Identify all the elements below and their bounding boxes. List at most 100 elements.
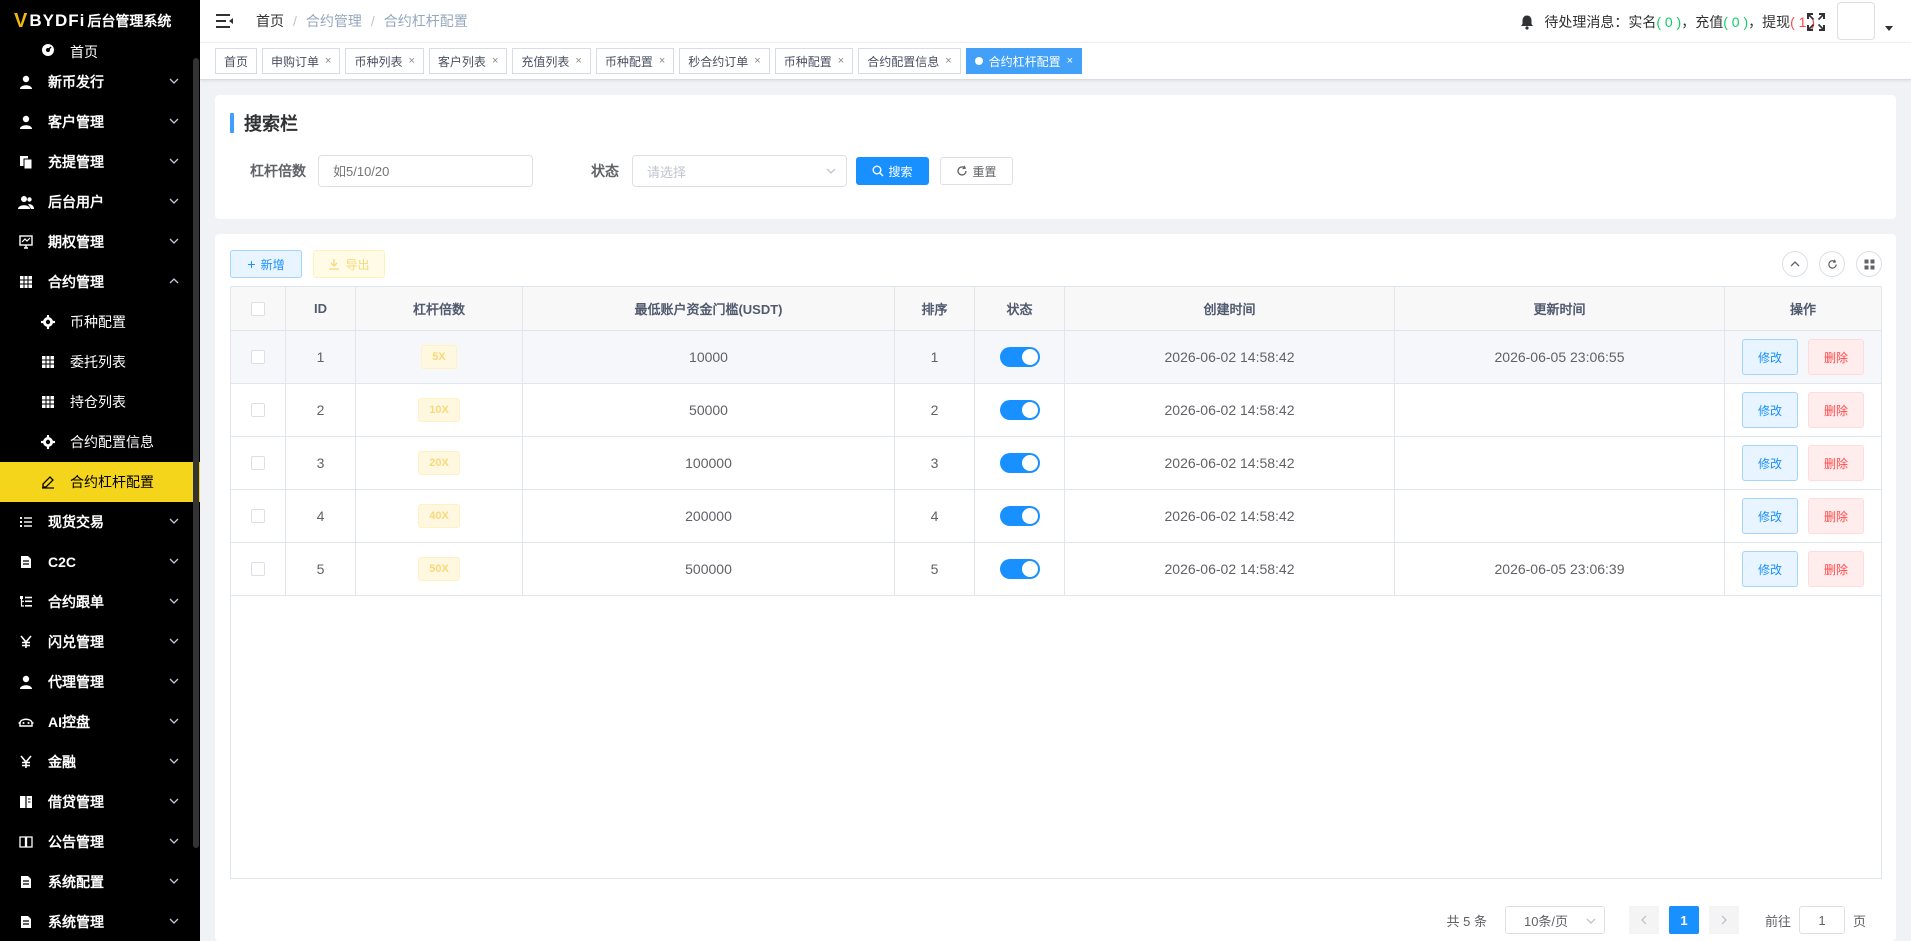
tab-9[interactable]: 合约杠杆配置 × — [965, 48, 1083, 74]
delete-button[interactable]: 删除 — [1808, 445, 1864, 481]
close-icon[interactable]: × — [408, 55, 414, 67]
caret-down-icon[interactable] — [1885, 26, 1893, 31]
tab-1[interactable]: 申购订单 × — [262, 48, 341, 74]
sidebar-scrollbar[interactable] — [193, 58, 199, 848]
tab-3[interactable]: 客户列表 × — [428, 48, 508, 74]
edit-button[interactable]: 修改 — [1742, 339, 1798, 375]
refresh-button[interactable] — [1819, 251, 1845, 277]
sidebar-item-1[interactable]: 新币发行 — [0, 62, 200, 102]
tab-5[interactable]: 币种配置 × — [595, 48, 675, 74]
sidebar-item-label: 客户管理 — [48, 114, 104, 130]
sidebar-item-14[interactable]: 合约跟单 — [0, 582, 200, 622]
column-header: 状态 — [975, 287, 1065, 330]
tab-label: 币种列表 — [354, 54, 403, 69]
delete-button[interactable]: 删除 — [1808, 392, 1864, 428]
prev-page-button[interactable] — [1628, 906, 1659, 934]
monitor-icon — [18, 234, 34, 250]
notice-withdraw[interactable]: 提现 — [1762, 12, 1790, 32]
search-button[interactable]: 搜索 — [856, 157, 929, 185]
logo[interactable]: V BYDFi 后台管理系统 — [0, 0, 200, 42]
submenu-item-7[interactable]: 币种配置 — [0, 302, 200, 342]
logo-brand: BYDFi — [29, 11, 86, 30]
edit-button[interactable]: 修改 — [1742, 551, 1798, 587]
row-checkbox[interactable] — [251, 562, 265, 576]
close-icon[interactable]: × — [325, 55, 331, 67]
tab-8[interactable]: 合约配置信息 × — [858, 48, 961, 74]
page-number-current[interactable]: 1 — [1668, 906, 1699, 934]
leverage-label: 杠杆倍数 — [250, 163, 306, 179]
status-toggle[interactable] — [999, 347, 1040, 367]
status-toggle[interactable] — [999, 400, 1040, 420]
sidebar-item-2[interactable]: 客户管理 — [0, 102, 200, 142]
status-toggle[interactable] — [999, 506, 1040, 526]
close-icon[interactable]: × — [838, 55, 844, 67]
collapse-search-button[interactable] — [1782, 251, 1808, 277]
status-toggle[interactable] — [999, 453, 1040, 473]
sidebar-item-13[interactable]: C2C — [0, 542, 200, 582]
tab-6[interactable]: 秒合约订单 × — [679, 48, 770, 74]
sidebar-item-20[interactable]: 公告管理 — [0, 822, 200, 862]
search-button-label: 搜索 — [888, 164, 913, 179]
tab-7[interactable]: 币种配置 × — [774, 48, 854, 74]
fullscreen-icon[interactable] — [1807, 13, 1825, 31]
notice-recharge-count[interactable]: ( 0 ) — [1723, 14, 1748, 30]
status-select[interactable]: 请选择 — [632, 155, 847, 187]
leverage-tag: 10X — [418, 398, 460, 422]
page-size-select[interactable]: 10条/页 — [1504, 906, 1605, 934]
edit-button[interactable]: 修改 — [1742, 445, 1798, 481]
table-row: 4 40X 200000 4 2026-06-02 14:58:42 修改 删除 — [231, 490, 1881, 543]
row-checkbox[interactable] — [251, 350, 265, 364]
refresh-icon — [957, 165, 968, 176]
next-page-button[interactable] — [1708, 906, 1739, 934]
sidebar-item-16[interactable]: 代理管理 — [0, 662, 200, 702]
add-button[interactable]: + 新增 — [230, 250, 302, 278]
submenu-item-8[interactable]: 委托列表 — [0, 342, 200, 382]
sidebar-item-15[interactable]: 闪兑管理 — [0, 622, 200, 662]
submenu-item-11[interactable]: 合约杠杆配置 — [0, 462, 200, 502]
select-all-checkbox[interactable] — [251, 301, 265, 316]
sidebar-item-17[interactable]: AI控盘 — [0, 702, 200, 742]
sidebar-item-19[interactable]: 借贷管理 — [0, 782, 200, 822]
hamburger-icon[interactable] — [216, 13, 234, 29]
edit-button[interactable]: 修改 — [1742, 392, 1798, 428]
edit-button[interactable]: 修改 — [1742, 498, 1798, 534]
close-icon[interactable]: × — [492, 55, 498, 67]
delete-button[interactable]: 删除 — [1808, 498, 1864, 534]
notice-realname-count[interactable]: ( 0 ) — [1656, 14, 1681, 30]
close-icon[interactable]: × — [945, 55, 951, 67]
avatar[interactable] — [1837, 2, 1875, 40]
export-button[interactable]: 导出 — [313, 250, 385, 278]
sidebar-item-3[interactable]: 充提管理 — [0, 142, 200, 182]
sidebar-item-12[interactable]: 现货交易 — [0, 502, 200, 542]
sidebar-item-0[interactable]: 首页 — [0, 42, 200, 62]
notice-realname[interactable]: 实名 — [1628, 12, 1656, 32]
row-checkbox[interactable] — [251, 509, 265, 523]
sidebar-item-4[interactable]: 后台用户 — [0, 182, 200, 222]
columns-button[interactable] — [1856, 251, 1882, 277]
leverage-cell: 5X — [356, 331, 523, 383]
tab-2[interactable]: 币种列表 × — [345, 48, 424, 74]
sidebar-item-18[interactable]: 金融 — [0, 742, 200, 782]
page-jump-input[interactable]: 1 — [1798, 906, 1845, 934]
close-icon[interactable]: × — [754, 55, 760, 67]
status-toggle[interactable] — [999, 559, 1040, 579]
row-checkbox[interactable] — [251, 403, 265, 417]
sidebar-item-21[interactable]: 系统配置 — [0, 862, 200, 902]
reset-button[interactable]: 重置 — [940, 157, 1013, 185]
delete-button[interactable]: 删除 — [1808, 551, 1864, 587]
close-icon[interactable]: × — [1067, 55, 1073, 67]
delete-button[interactable]: 删除 — [1808, 339, 1864, 375]
row-checkbox[interactable] — [251, 456, 265, 470]
sidebar-item-5[interactable]: 期权管理 — [0, 222, 200, 262]
submenu-item-10[interactable]: 合约配置信息 — [0, 422, 200, 462]
breadcrumb-home[interactable]: 首页 — [256, 11, 284, 31]
close-icon[interactable]: × — [575, 55, 581, 67]
notice-recharge[interactable]: 充值 — [1695, 12, 1723, 32]
sidebar-item-22[interactable]: 系统管理 — [0, 902, 200, 941]
sidebar-item-6[interactable]: 合约管理 — [0, 262, 200, 302]
submenu-item-9[interactable]: 持仓列表 — [0, 382, 200, 422]
tab-4[interactable]: 充值列表 × — [512, 48, 591, 74]
tab-0[interactable]: 首页 — [215, 48, 258, 74]
leverage-input[interactable] — [318, 155, 533, 187]
close-icon[interactable]: × — [659, 55, 665, 67]
